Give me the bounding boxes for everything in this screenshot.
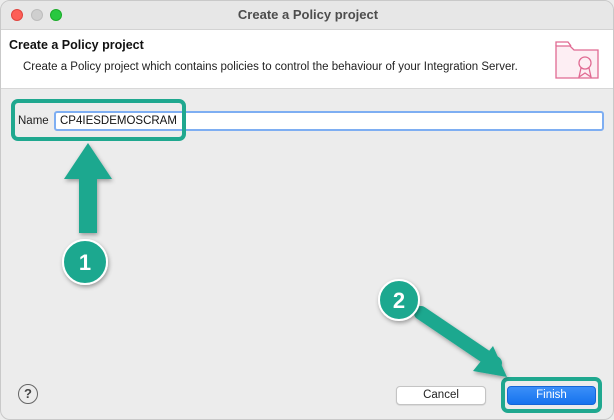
window-title: Create a Policy project <box>237 7 379 22</box>
step-2-badge: 2 <box>378 279 420 321</box>
arrow-up-icon <box>64 143 112 233</box>
name-field-highlight <box>11 99 186 141</box>
step-1-number: 1 <box>79 250 91 275</box>
wizard-title: Create a Policy project <box>9 38 144 52</box>
help-button[interactable]: ? <box>18 384 38 404</box>
cancel-button[interactable]: Cancel <box>396 386 486 405</box>
arrow-down-right-icon <box>414 306 507 377</box>
finish-button-highlight <box>501 377 602 413</box>
dialog-window: Create a Policy project Create a Policy … <box>0 0 614 420</box>
wizard-description: Create a Policy project which contains p… <box>23 61 518 73</box>
step-2-number: 2 <box>393 288 405 313</box>
step-1-badge: 1 <box>62 239 108 285</box>
wizard-header: Create a Policy project Create a Policy … <box>1 30 613 89</box>
policy-folder-icon <box>555 41 599 79</box>
title-bar: Create a Policy project <box>1 1 613 30</box>
